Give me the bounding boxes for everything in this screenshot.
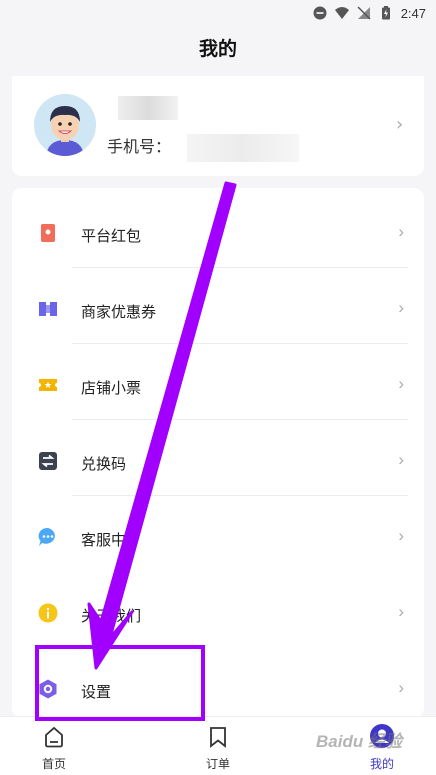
menu-item-about-us[interactable]: 关于我们 ›	[12, 572, 424, 648]
tab-orders[interactable]: 订单	[178, 717, 258, 775]
chevron-right-icon: ›	[398, 450, 404, 469]
menu-item-label: 店铺小票	[81, 380, 142, 397]
menu-item-redeem-code[interactable]: 兑换码 ›	[12, 420, 424, 496]
avatar-illustration	[34, 94, 96, 156]
watermark: Baidu 经验	[316, 732, 402, 751]
chevron-right-icon: ›	[398, 602, 404, 621]
info-icon	[38, 603, 58, 623]
coupon-icon	[39, 302, 57, 316]
chevron-right-icon: ›	[398, 678, 404, 697]
status-time: 2:47	[400, 5, 426, 21]
chat-bubble-icon	[38, 527, 55, 546]
settings-hexagon-icon	[39, 679, 57, 699]
tab-home[interactable]: 首页	[14, 717, 94, 775]
status-bar: 2:47	[0, 0, 436, 26]
ticket-icon	[39, 379, 57, 391]
avatar[interactable]	[34, 94, 96, 156]
home-icon	[45, 726, 63, 748]
tab-label: 我的	[369, 757, 394, 771]
tab-label: 首页	[41, 757, 66, 771]
chevron-right-icon: ›	[396, 114, 404, 135]
tab-label: 订单	[205, 757, 230, 771]
menu-item-coupon[interactable]: 商家优惠券 ›	[12, 268, 424, 344]
menu-item-label: 设置	[81, 684, 112, 701]
bookmark-icon	[210, 727, 226, 748]
menu-item-settings[interactable]: 设置 ›	[12, 648, 424, 724]
profile-card[interactable]: 手机号： ›	[12, 76, 424, 176]
phone-number-redacted	[187, 134, 299, 162]
menu-item-label: 平台红包	[81, 228, 142, 245]
menu-item-label: 客服中	[81, 532, 127, 549]
chevron-right-icon: ›	[398, 298, 404, 317]
battery-icon	[381, 6, 390, 20]
menu-item-red-packet[interactable]: 平台红包 ›	[12, 192, 424, 268]
do-not-disturb-icon	[313, 6, 327, 20]
exchange-icon	[39, 452, 57, 470]
phone-label: 手机号：	[107, 139, 172, 156]
chevron-right-icon: ›	[398, 222, 404, 241]
menu-item-label: 关于我们	[81, 608, 142, 625]
menu-item-label: 兑换码	[81, 456, 127, 473]
chevron-right-icon: ›	[398, 374, 404, 393]
wifi-icon	[334, 7, 349, 19]
chevron-right-icon: ›	[398, 526, 404, 545]
menu-card: 平台红包 › 商家优惠券 › 店铺小票 › 兑换码 › 客服中 › 关于我们 ›…	[12, 188, 424, 718]
red-packet-icon	[41, 224, 55, 242]
no-signal-icon	[357, 6, 371, 20]
menu-item-customer-service[interactable]: 客服中 ›	[12, 496, 424, 572]
menu-item-label: 商家优惠券	[81, 304, 157, 321]
page-title: 我的	[198, 39, 237, 60]
username-redacted	[118, 96, 178, 120]
menu-item-store-receipt[interactable]: 店铺小票 ›	[12, 344, 424, 420]
